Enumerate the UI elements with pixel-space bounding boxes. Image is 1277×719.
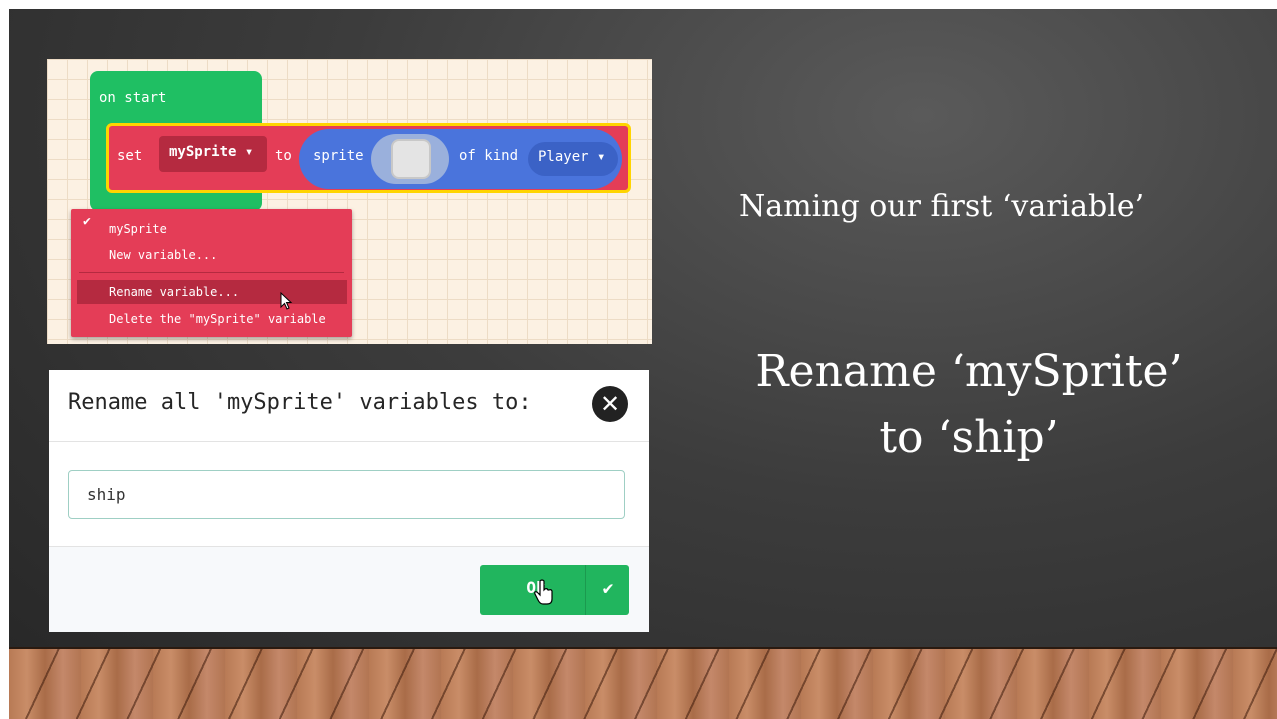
hand-pointer-icon	[534, 579, 553, 605]
wood-floor-decoration	[9, 647, 1277, 719]
dialog-header: Rename all 'mySprite' variables to: ✕	[49, 370, 649, 442]
rename-dialog: Rename all 'mySprite' variables to: ✕ Ok…	[49, 370, 649, 632]
slide-caption-naming: Naming our first ‘variable’	[739, 189, 1145, 224]
checkmark-icon: ✔	[602, 578, 614, 599]
of-kind-label: of kind	[459, 148, 519, 164]
sprite-image-field[interactable]	[371, 134, 449, 184]
slide: on start set mySprite ▾ to sprite of kin…	[9, 9, 1277, 719]
close-icon[interactable]: ✕	[592, 386, 628, 422]
to-label: to	[275, 148, 292, 164]
menu-item-rename-variable[interactable]: Rename variable...	[77, 280, 347, 304]
ok-button[interactable]: Ok ✔	[480, 565, 629, 615]
variable-name-input[interactable]	[68, 470, 625, 519]
sprite-label: sprite	[313, 148, 364, 164]
mouse-pointer-icon	[280, 292, 293, 310]
set-label: set	[117, 148, 143, 164]
caption-line-rename: Rename ‘mySprite’	[755, 346, 1183, 397]
sprite-block[interactable]: sprite of kind Player ▾	[299, 129, 622, 189]
variable-context-menu: ✔ mySprite New variable... Rename variab…	[71, 209, 352, 337]
set-variable-block[interactable]: set mySprite ▾ to sprite of kind Player …	[106, 123, 631, 193]
menu-item-mysprite[interactable]: mySprite	[71, 217, 352, 241]
menu-divider	[79, 272, 344, 273]
caption-line-ship: to ‘ship’	[879, 412, 1059, 463]
button-divider	[585, 565, 586, 615]
on-start-label: on start	[99, 90, 167, 106]
variable-dropdown[interactable]: mySprite ▾	[159, 136, 267, 172]
kind-dropdown[interactable]: Player ▾	[528, 142, 618, 176]
sprite-image-icon	[391, 139, 431, 179]
dialog-footer: Ok ✔	[49, 546, 649, 632]
blocks-editor-screenshot: on start set mySprite ▾ to sprite of kin…	[47, 59, 652, 344]
slide-caption-rename: Rename ‘mySprite’ to ‘ship’	[709, 339, 1229, 471]
dialog-title: Rename all 'mySprite' variables to:	[68, 390, 532, 415]
menu-item-new-variable[interactable]: New variable...	[71, 243, 352, 267]
menu-item-delete-variable[interactable]: Delete the "mySprite" variable	[71, 307, 352, 331]
